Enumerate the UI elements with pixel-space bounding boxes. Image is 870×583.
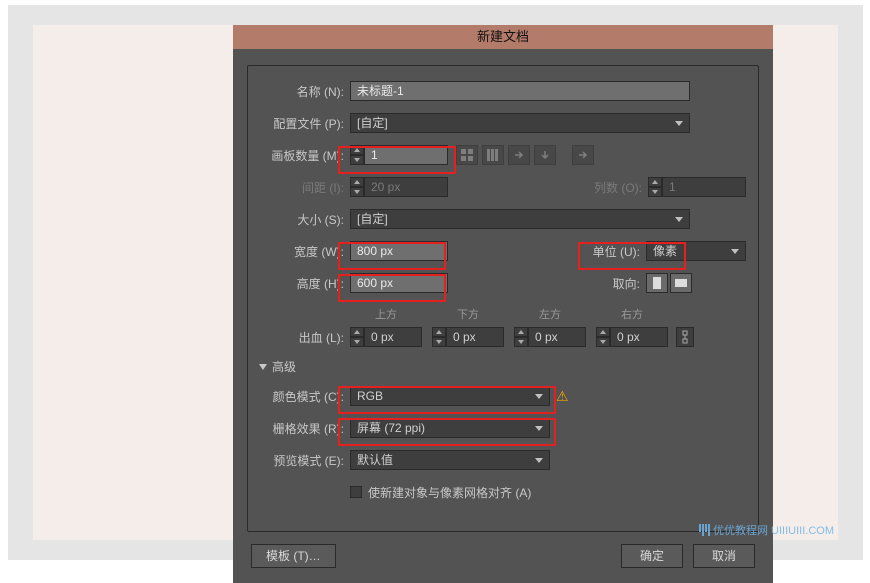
bleed-left-spinner[interactable] xyxy=(514,327,528,347)
align-pixel-label: 使新建对象与像素网格对齐 (A) xyxy=(368,484,531,501)
colormode-select[interactable]: RGB xyxy=(350,386,550,406)
colormode-label: 颜色模式 (C): xyxy=(260,388,350,405)
columns-label: 列数 (O): xyxy=(578,179,648,196)
name-label: 名称 (N): xyxy=(260,83,350,100)
bleed-label: 出血 (L): xyxy=(260,329,350,346)
arrow-right-icon[interactable] xyxy=(508,145,530,165)
new-document-dialog: 新建文档 名称 (N): 未标题-1 配置文件 (P): [自定] xyxy=(233,25,773,583)
cancel-button[interactable]: 取消 xyxy=(693,544,755,568)
orientation-label: 取向: xyxy=(586,275,646,292)
bleed-right-spinner[interactable] xyxy=(596,327,610,347)
raster-label: 栅格效果 (R): xyxy=(260,420,350,437)
name-input[interactable]: 未标题-1 xyxy=(350,81,690,101)
preview-select[interactable]: 默认值 xyxy=(350,450,550,470)
size-label: 大小 (S): xyxy=(260,211,350,228)
units-label: 单位 (U): xyxy=(586,243,646,260)
spacing-label: 间距 (I): xyxy=(260,179,350,196)
template-button[interactable]: 模板 (T)… xyxy=(251,544,336,568)
raster-select[interactable]: 屏幕 (72 ppi) xyxy=(350,418,550,438)
arrow-down-icon[interactable] xyxy=(534,145,556,165)
grid-col-icon[interactable] xyxy=(482,145,504,165)
artboards-label: 画板数量 (M): xyxy=(260,147,350,164)
height-label: 高度 (H): xyxy=(260,275,350,292)
bleed-right-label: 右方 xyxy=(596,306,668,322)
columns-input: 1 xyxy=(662,177,746,197)
orientation-landscape-button[interactable] xyxy=(670,273,692,293)
link-bleed-icon[interactable] xyxy=(676,327,694,347)
orientation-portrait-button[interactable] xyxy=(646,273,668,293)
arrow-next-icon[interactable] xyxy=(572,145,594,165)
warning-icon: ⚠ xyxy=(556,388,569,405)
columns-spinner xyxy=(648,177,662,197)
preview-label: 预览模式 (E): xyxy=(260,452,350,469)
bleed-left-label: 左方 xyxy=(514,306,586,322)
watermark: 优优教程网 UIIIUIII.COM xyxy=(699,522,834,538)
size-select[interactable]: [自定] xyxy=(350,209,690,229)
bleed-top-input[interactable]: 0 px xyxy=(364,327,422,347)
bleed-top-spinner[interactable] xyxy=(350,327,364,347)
bleed-left-input[interactable]: 0 px xyxy=(528,327,586,347)
profile-label: 配置文件 (P): xyxy=(260,115,350,132)
bleed-bottom-input[interactable]: 0 px xyxy=(446,327,504,347)
profile-select[interactable]: [自定] xyxy=(350,113,690,133)
width-input[interactable]: 800 px xyxy=(350,241,448,261)
bleed-bottom-spinner[interactable] xyxy=(432,327,446,347)
artboard-spinner[interactable] xyxy=(350,145,364,165)
bleed-right-input[interactable]: 0 px xyxy=(610,327,668,347)
bleed-top-label: 上方 xyxy=(350,306,422,322)
dialog-title: 新建文档 xyxy=(233,25,773,49)
artboards-input[interactable]: 1 xyxy=(364,145,448,165)
advanced-section-toggle[interactable]: 高级 xyxy=(260,358,746,375)
spacing-input: 20 px xyxy=(364,177,448,197)
ok-button[interactable]: 确定 xyxy=(621,544,683,568)
grid-row-icon[interactable] xyxy=(456,145,478,165)
bleed-bottom-label: 下方 xyxy=(432,306,504,322)
height-input[interactable]: 600 px xyxy=(350,273,448,293)
disclosure-triangle-icon xyxy=(259,364,267,370)
units-select[interactable]: 像素 xyxy=(646,241,746,261)
spacing-spinner xyxy=(350,177,364,197)
align-pixel-checkbox[interactable] xyxy=(350,486,362,498)
width-label: 宽度 (W): xyxy=(260,243,350,260)
